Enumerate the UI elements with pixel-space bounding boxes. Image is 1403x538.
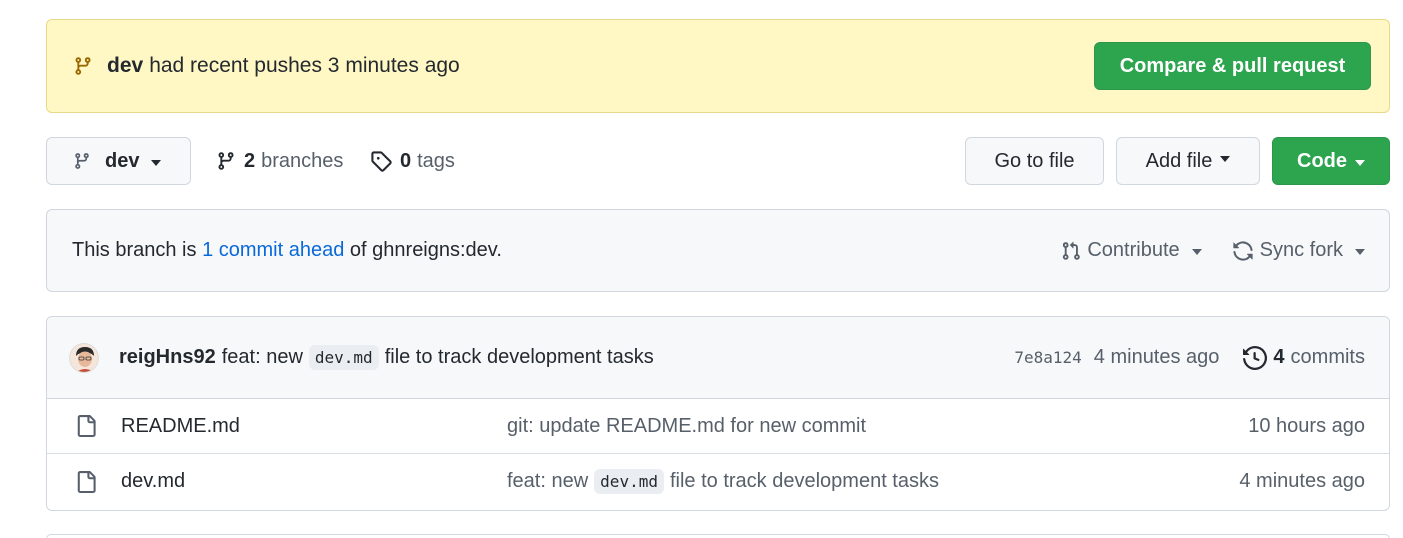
contribute-button[interactable]: Contribute bbox=[1061, 239, 1202, 262]
tag-icon bbox=[370, 150, 392, 172]
commit-message[interactable]: feat: new dev.md file to track developme… bbox=[222, 345, 654, 370]
code-label: Code bbox=[1297, 149, 1347, 172]
file-commit-time: 10 hours ago bbox=[1248, 414, 1365, 437]
git-branch-icon bbox=[73, 54, 93, 78]
code-button[interactable]: Code bbox=[1272, 137, 1390, 185]
branches-count: 2 bbox=[244, 149, 256, 172]
commit-time: 4 minutes ago bbox=[1093, 346, 1220, 368]
contribute-label: Contribute bbox=[1087, 239, 1180, 261]
git-branch-icon bbox=[216, 150, 236, 172]
branch-status-text: This branch is 1 commit ahead of ghnreig… bbox=[72, 239, 502, 262]
file-icon bbox=[75, 470, 97, 494]
commit-message-code: dev.md bbox=[308, 345, 379, 370]
avatar[interactable] bbox=[69, 342, 99, 373]
branches-link[interactable]: 2 branches bbox=[216, 137, 343, 185]
commit-message-suffix: file to track development tasks bbox=[384, 346, 654, 368]
file-icon bbox=[75, 414, 97, 438]
chevron-down-icon bbox=[151, 159, 162, 166]
branches-label: branches bbox=[261, 149, 344, 172]
latest-commit-row: reigHns92 feat: new dev.md file to track… bbox=[47, 317, 1389, 399]
commit-author[interactable]: reigHns92 bbox=[119, 346, 216, 369]
recent-pushes-banner: dev had recent pushes 3 minutes ago Comp… bbox=[46, 19, 1390, 113]
repo-toolbar: dev 2 branches 0 tags Go to file Add fil… bbox=[46, 137, 1390, 185]
file-name[interactable]: dev.md bbox=[121, 470, 507, 493]
history-icon bbox=[1243, 345, 1268, 370]
file-commit-message-suffix: file to track development tasks bbox=[669, 470, 939, 492]
sync-fork-button[interactable]: Sync fork bbox=[1232, 239, 1365, 262]
file-commit-message[interactable]: feat: new dev.md file to track developme… bbox=[507, 469, 939, 494]
tags-label: tags bbox=[417, 149, 455, 172]
chevron-down-icon bbox=[1355, 249, 1365, 255]
status-prefix: This branch is bbox=[72, 239, 197, 261]
status-suffix: of ghnreigns:dev. bbox=[349, 239, 502, 261]
commits-history-link[interactable]: 4 commits bbox=[1243, 345, 1365, 370]
branch-select-button[interactable]: dev bbox=[46, 137, 191, 185]
file-commit-message-text: git: update README.md for new commit bbox=[507, 414, 867, 437]
chevron-down-icon bbox=[1220, 156, 1231, 162]
file-commit-time: 4 minutes ago bbox=[1239, 470, 1365, 492]
commits-ahead-link[interactable]: 1 commit ahead bbox=[202, 239, 344, 261]
fork-actions: Contribute Sync fork bbox=[1061, 239, 1365, 262]
chevron-down-icon bbox=[1355, 159, 1365, 166]
file-commit-message-prefix: feat: new bbox=[507, 470, 589, 492]
git-pull-request-icon bbox=[1061, 240, 1081, 262]
commit-message-prefix: feat: new bbox=[221, 346, 303, 368]
readme-box-edge bbox=[46, 534, 1390, 538]
file-table: reigHns92 feat: new dev.md file to track… bbox=[46, 316, 1390, 511]
branch-status-bar: This branch is 1 commit ahead of ghnreig… bbox=[46, 209, 1390, 292]
commit-meta: 7e8a124 4 minutes ago 4 commits bbox=[1014, 345, 1365, 370]
file-name[interactable]: README.md bbox=[121, 415, 507, 438]
sync-fork-label: Sync fork bbox=[1259, 239, 1343, 261]
table-row[interactable]: dev.md feat: new dev.md file to track de… bbox=[47, 454, 1389, 509]
add-file-label: Add file bbox=[1145, 149, 1213, 172]
banner-branch-name[interactable]: dev bbox=[107, 54, 143, 78]
tags-count: 0 bbox=[400, 149, 412, 172]
commit-sha[interactable]: 7e8a124 bbox=[1014, 348, 1081, 367]
file-commit-message[interactable]: git: update README.md for new commit bbox=[507, 415, 866, 438]
sync-icon bbox=[1232, 240, 1254, 262]
chevron-down-icon bbox=[1191, 249, 1202, 255]
add-file-button[interactable]: Add file bbox=[1116, 137, 1260, 185]
table-row[interactable]: README.md git: update README.md for new … bbox=[47, 399, 1389, 454]
compare-pull-request-button[interactable]: Compare & pull request bbox=[1094, 42, 1371, 90]
commits-count: 4 bbox=[1273, 346, 1285, 368]
git-branch-icon bbox=[73, 151, 91, 171]
go-to-file-button[interactable]: Go to file bbox=[965, 137, 1104, 185]
branch-select-label: dev bbox=[105, 149, 140, 172]
repo-page: dev had recent pushes 3 minutes ago Comp… bbox=[0, 0, 1403, 538]
commits-label: commits bbox=[1290, 346, 1365, 368]
tags-link[interactable]: 0 tags bbox=[370, 137, 455, 185]
file-commit-message-code: dev.md bbox=[594, 469, 664, 494]
recent-pushes-text: dev had recent pushes 3 minutes ago bbox=[73, 54, 460, 78]
banner-message: had recent pushes 3 minutes ago bbox=[149, 54, 460, 77]
